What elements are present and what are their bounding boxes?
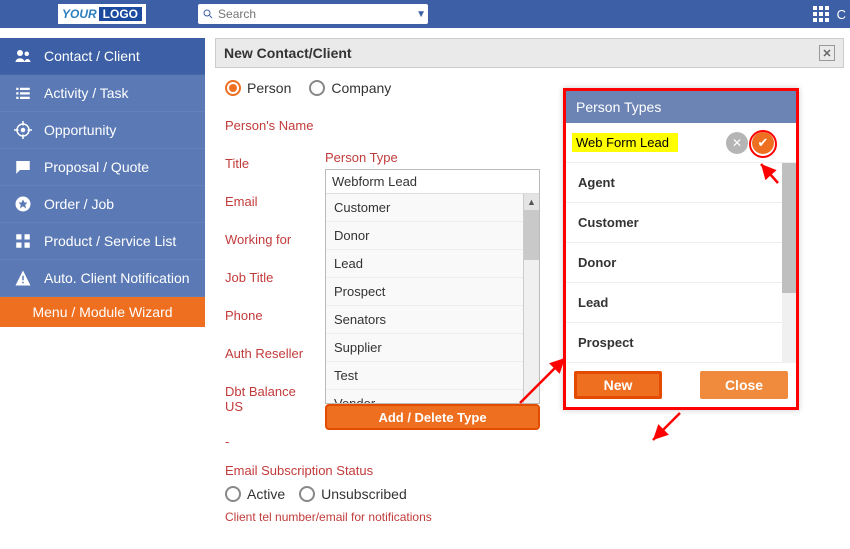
list-icon [14, 84, 32, 102]
sidebar-item-label: Contact / Client [44, 48, 140, 64]
close-icon: ✕ [822, 47, 831, 60]
sidebar-item-proposal[interactable]: Proposal / Quote [0, 149, 205, 186]
label-person-type: Person Type [325, 150, 540, 165]
popup-new-button[interactable]: New [574, 371, 662, 399]
popup-scrollbar[interactable] [782, 163, 796, 363]
person-type-option[interactable]: Donor [326, 222, 539, 250]
person-type-option[interactable]: Senators [326, 306, 539, 334]
apps-grid-icon[interactable] [813, 6, 829, 22]
button-label: Close [725, 377, 763, 393]
grid-icon [14, 232, 32, 250]
person-type-option[interactable]: Lead [326, 250, 539, 278]
popup-type-item[interactable]: Customer [566, 203, 796, 243]
entity-type-company[interactable]: Company [309, 80, 391, 96]
sidebar-item-opportunity[interactable]: Opportunity [0, 112, 205, 149]
button-label: New [604, 377, 633, 393]
radio-label: Person [247, 80, 291, 96]
person-type-option[interactable]: Supplier [326, 334, 539, 362]
label-subscription-status: Email Subscription Status [225, 463, 834, 478]
person-type-select[interactable]: Webform Lead Customer Donor Lead Prospec… [325, 169, 540, 404]
topbar-right-text: C [837, 7, 846, 22]
chat-icon [14, 158, 32, 176]
sidebar-item-label: Product / Service List [44, 233, 176, 249]
label-persons-name: Person's Name [225, 112, 317, 133]
label-title: Title [225, 150, 317, 171]
sidebar-item-label: Activity / Task [44, 85, 129, 101]
popup-type-item[interactable]: Donor [566, 243, 796, 283]
search-box[interactable]: ▼ [198, 4, 428, 24]
popup-type-item[interactable]: Prospect [566, 323, 796, 363]
people-icon [14, 47, 32, 65]
add-delete-label: Add / Delete Type [378, 410, 486, 425]
person-type-scrollbar[interactable]: ▲ [523, 194, 539, 403]
panel-header: New Contact/Client ✕ [215, 38, 844, 68]
warning-icon [14, 269, 32, 287]
sidebar-item-order[interactable]: Order / Job [0, 186, 205, 223]
sidebar-item-label: Auto. Client Notification [44, 270, 190, 286]
sidebar-item-product[interactable]: Product / Service List [0, 223, 205, 260]
person-type-selected: Webform Lead [326, 170, 539, 193]
radio-label: Company [331, 80, 391, 96]
person-type-option[interactable]: Customer [326, 194, 539, 222]
logo-logo: LOGO [99, 7, 142, 21]
search-input[interactable] [218, 7, 414, 21]
subscription-active[interactable]: Active [225, 486, 285, 502]
sidebar-item-activity[interactable]: Activity / Task [0, 75, 205, 112]
subscription-unsubscribed[interactable]: Unsubscribed [299, 486, 407, 502]
popup-title: Person Types [566, 91, 796, 123]
sidebar-item-notification[interactable]: Auto. Client Notification [0, 260, 205, 297]
radio-label: Active [247, 486, 285, 502]
person-type-option[interactable]: Vendor [326, 390, 539, 403]
top-bar: YOUR LOGO ▼ C [0, 0, 850, 28]
cancel-new-type-button[interactable]: ✕ [726, 132, 748, 154]
label-dbt-balance: Dbt Balance US [225, 378, 317, 414]
confirm-new-type-button[interactable]: ✔ [752, 132, 774, 154]
person-type-options-list: Customer Donor Lead Prospect Senators Su… [326, 193, 539, 403]
sidebar-item-label: Proposal / Quote [44, 159, 149, 175]
add-delete-type-button[interactable]: Add / Delete Type [325, 404, 540, 430]
radio-label: Unsubscribed [321, 486, 407, 502]
label-tel-note: Client tel number/email for notification… [225, 510, 834, 524]
popup-type-item[interactable]: Lead [566, 283, 796, 323]
sidebar: Contact / Client Activity / Task Opportu… [0, 28, 205, 549]
popup-type-item[interactable]: Agent [566, 163, 796, 203]
brand-logo: YOUR LOGO [58, 4, 146, 24]
star-circle-icon [14, 195, 32, 213]
search-dropdown-icon[interactable]: ▼ [414, 9, 428, 20]
target-icon [14, 121, 32, 139]
label-phone: Phone [225, 302, 317, 323]
logo-your: YOUR [62, 7, 97, 21]
close-icon: ✕ [732, 136, 742, 150]
entity-type-person[interactable]: Person [225, 80, 291, 96]
label-email: Email [225, 188, 317, 209]
menu-wizard-button[interactable]: Menu / Module Wizard [0, 297, 205, 327]
panel-close-button[interactable]: ✕ [819, 45, 835, 61]
person-type-option[interactable]: Test [326, 362, 539, 390]
person-types-popup: Person Types ✕ ✔ Agent Customer Donor Le… [563, 88, 799, 410]
popup-close-button[interactable]: Close [700, 371, 788, 399]
sidebar-item-contact[interactable]: Contact / Client [0, 38, 205, 75]
check-icon: ✔ [758, 135, 769, 151]
search-icon [202, 8, 214, 20]
label-working-for: Working for [225, 226, 317, 247]
sidebar-item-label: Order / Job [44, 196, 114, 212]
label-job-title: Job Title [225, 264, 317, 285]
new-type-input[interactable] [572, 133, 678, 152]
person-type-option[interactable]: Prospect [326, 278, 539, 306]
label-auth-reseller: Auth Reseller [225, 340, 317, 361]
panel-title: New Contact/Client [224, 45, 352, 61]
menu-wizard-label: Menu / Module Wizard [32, 304, 172, 320]
content-area: New Contact/Client ✕ Person Company Pers… [205, 28, 850, 549]
sidebar-item-label: Opportunity [44, 122, 116, 138]
